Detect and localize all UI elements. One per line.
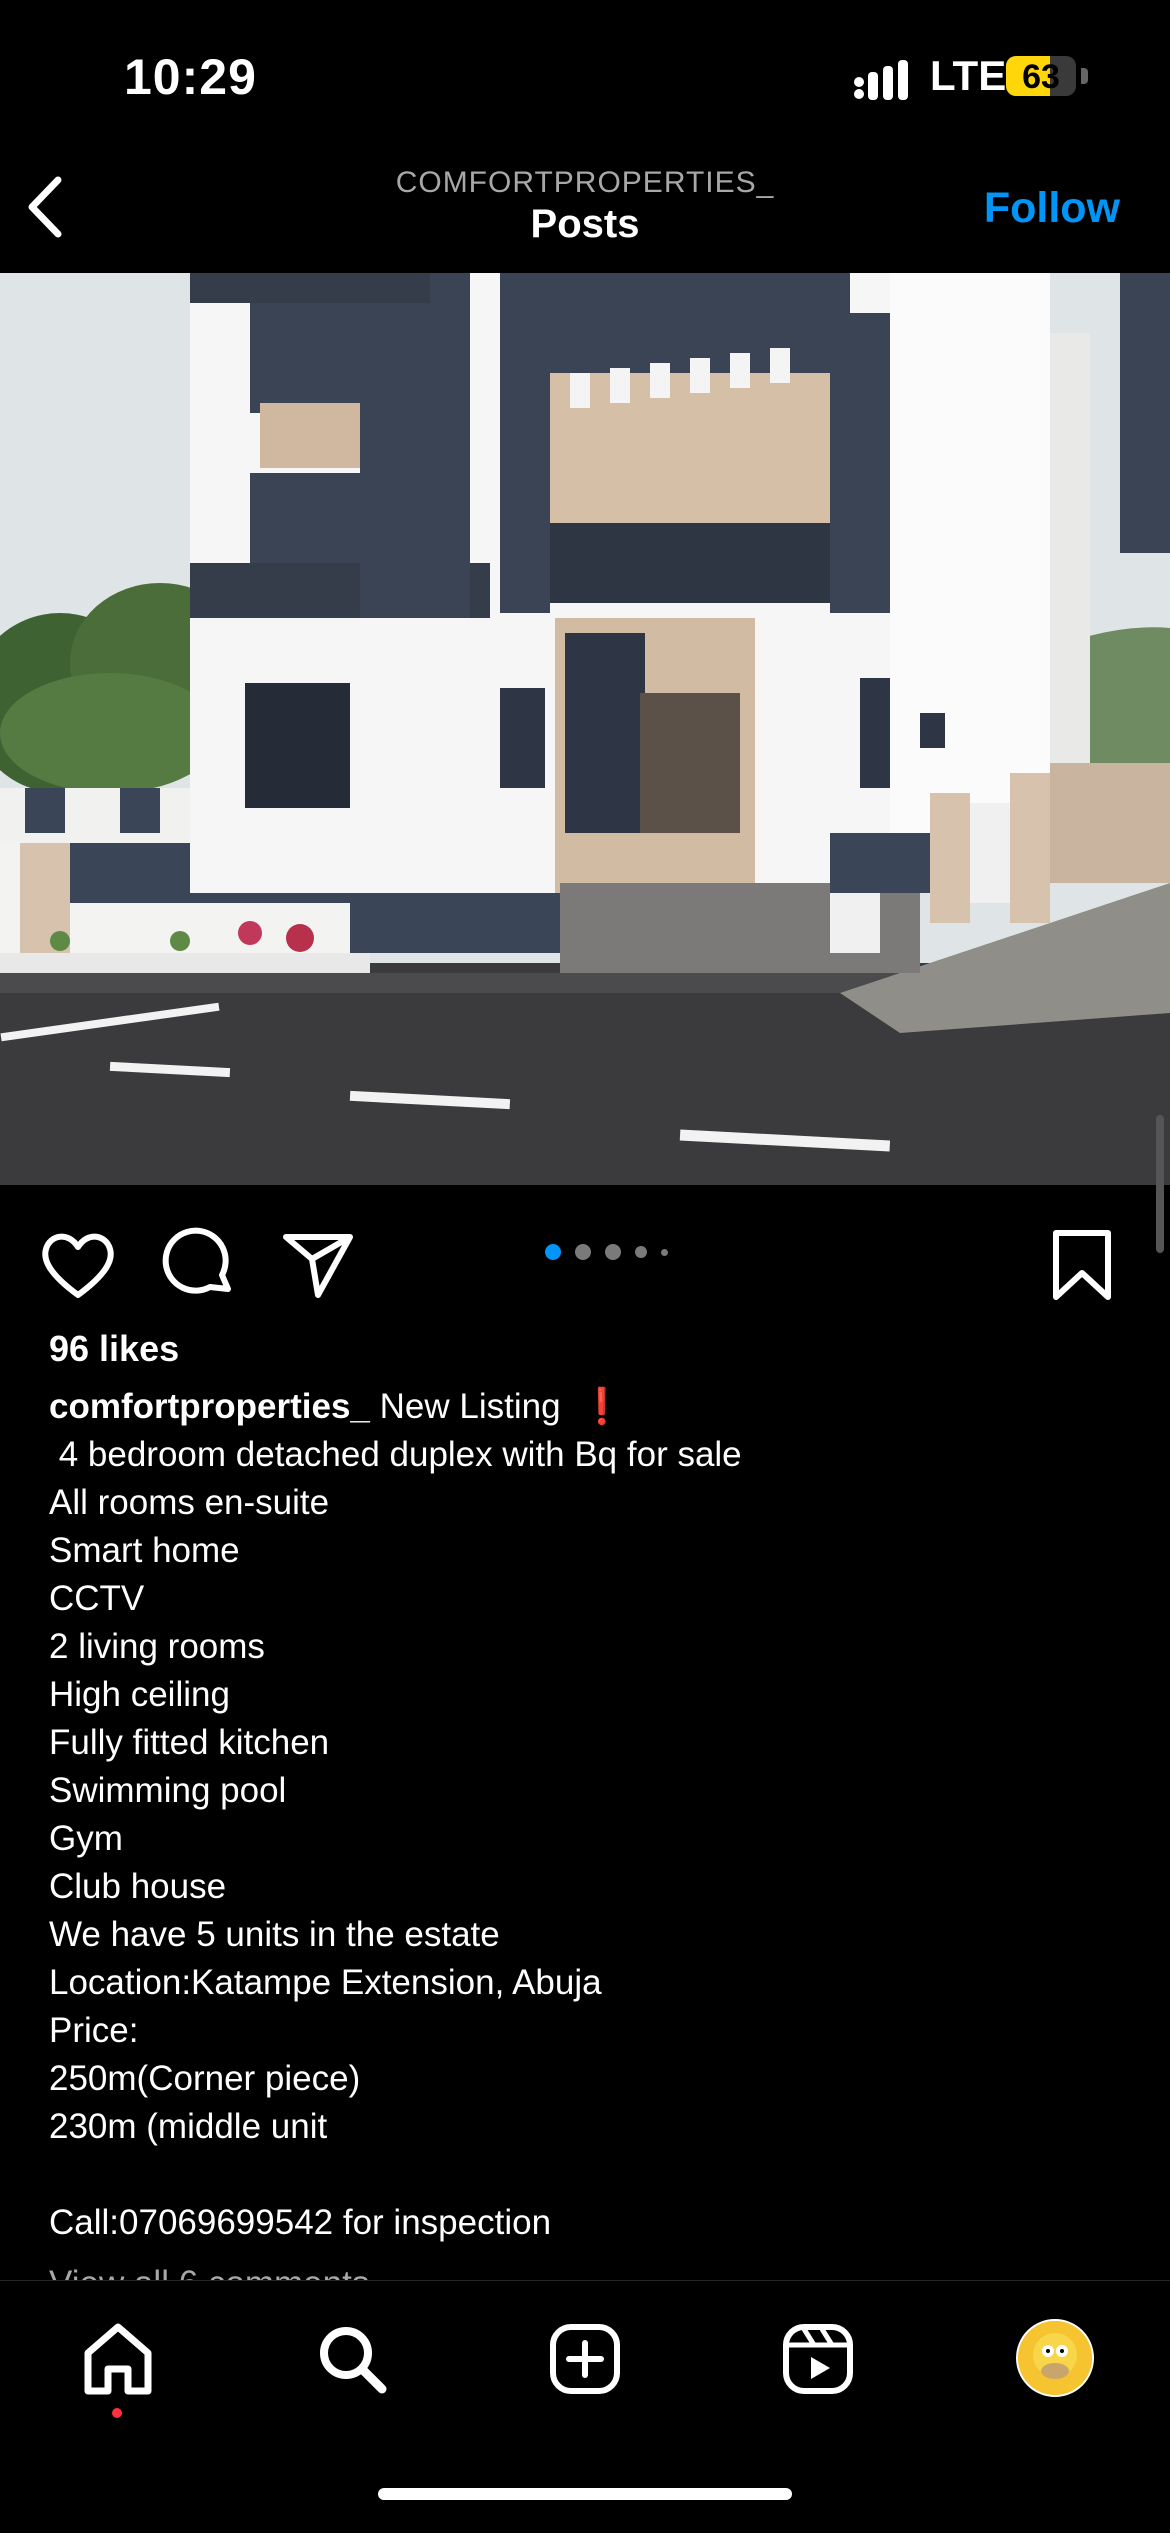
caption-lines: 4 bedroom detached duplex with Bq for sa… [49, 1431, 1129, 2247]
follow-button[interactable]: Follow [984, 184, 1120, 233]
caption-line: High ceiling [49, 1675, 230, 1714]
battery-icon: 63 [1006, 56, 1076, 96]
home-indicator[interactable] [378, 2488, 792, 2500]
caption-line: Swimming pool [49, 1771, 287, 1810]
caption-line: 4 bedroom detached duplex with Bq for sa… [49, 1435, 742, 1474]
caption-line: Fully fitted kitchen [49, 1723, 330, 1762]
new-post-icon[interactable] [545, 2319, 625, 2399]
caption-line: 230m (middle unit [49, 2107, 328, 2146]
post-actions [0, 1185, 1170, 1335]
heart-icon[interactable] [38, 1225, 118, 1305]
caption-first-line: comfortproperties_ New Listing ❗ [49, 1383, 1129, 1431]
status-time: 10:29 [124, 49, 257, 105]
caption-line: All rooms en-suite [49, 1483, 330, 1522]
caption-line: 250m(Corner piece) [49, 2059, 361, 2098]
caption-line: 2 living rooms [49, 1627, 265, 1666]
home-notification-dot [112, 2408, 122, 2418]
search-icon[interactable] [312, 2319, 392, 2399]
house-image [0, 273, 1170, 1185]
carousel-dot [635, 1246, 647, 1258]
post-caption: comfortproperties_ New Listing ❗ 4 bedro… [49, 1383, 1129, 2247]
battery-percent: 63 [1022, 58, 1060, 96]
carousel-dot [661, 1248, 668, 1256]
likes-count[interactable]: 96 likes [49, 1328, 179, 1370]
carousel-dot [605, 1244, 621, 1260]
reels-icon[interactable] [778, 2319, 858, 2399]
caption-line [49, 2151, 1129, 2199]
caption-line: Location:Katampe Extension, Abuja [49, 1963, 602, 2002]
caption-line: Call:07069699542 for inspection [49, 2203, 552, 2242]
status-bar: 10:29 LTE 63 [0, 0, 1170, 150]
carousel-dot [545, 1244, 561, 1260]
bookmark-icon[interactable] [1042, 1225, 1122, 1305]
network-label: LTE [930, 52, 1007, 99]
caption-line: Price: [49, 2011, 139, 2050]
battery-tip [1081, 68, 1088, 84]
home-icon[interactable] [78, 2319, 158, 2399]
comment-icon[interactable] [158, 1225, 238, 1305]
carousel-dot [575, 1244, 591, 1260]
post-photo[interactable] [0, 273, 1170, 1185]
caption-line: We have 5 units in the estate [49, 1915, 500, 1954]
posts-header: COMFORTPROPERTIES_ Posts Follow [0, 150, 1170, 273]
exclamation-icon: ❗ [580, 1387, 624, 1426]
caption-line: Club house [49, 1867, 227, 1906]
caption-username[interactable]: comfortproperties_ [49, 1387, 370, 1426]
caption-line: Gym [49, 1819, 123, 1858]
signal-icon [854, 60, 908, 100]
caption-text: New Listing [369, 1387, 580, 1426]
caption-line: Smart home [49, 1531, 240, 1570]
profile-avatar[interactable] [1016, 2319, 1094, 2397]
send-icon[interactable] [278, 1225, 358, 1305]
view-comments-link[interactable]: View all 6 comments [49, 2260, 369, 2280]
avatar-image [1018, 2321, 1092, 2395]
caption-line: CCTV [49, 1579, 145, 1618]
